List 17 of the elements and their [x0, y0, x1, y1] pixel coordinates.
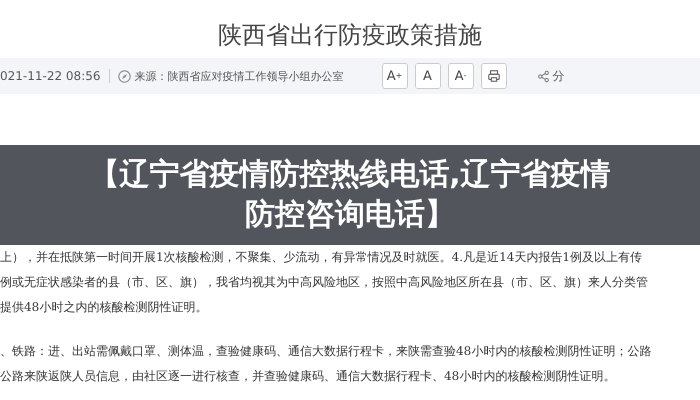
text-line: 例或无症状感染者的县（市、区、旗），我省均视其为中高风险地区，按照中高风险地区所在县（市、区、旗）来人分类管 [0, 274, 649, 291]
text-line: 提供48小时之内的核酸检测阴性证明。 [0, 299, 208, 316]
text-line: 公路来陕返陕人员信息，由社区逐一进行核查，并查验健康码、通信大数据行程卡、48小时内的核酸检测阴性证明。 [0, 368, 616, 385]
share-link[interactable]: 分 [552, 68, 564, 84]
share-icon[interactable] [536, 70, 550, 82]
article-title: 陕西省出行防疫政策措施 [217, 20, 483, 51]
printer-icon [486, 69, 500, 83]
banner-title: 【辽宁省疫情防控热线电话,辽宁省疫情防控咨询电话】 [88, 156, 612, 234]
font-size-button[interactable]: A [414, 63, 440, 89]
text-line: 、铁路：进、出站需佩戴口罩、测体温，查验健康码、通信大数据行程卡，来陕需查验48小时内的核酸检测阴性证明；公路 [0, 343, 652, 360]
source-text: 来源：陕西省应对疫情工作领导小组办公室 [134, 68, 344, 84]
font-size-button[interactable]: A$^{+}$ [382, 63, 408, 89]
text-line: 上），并在抵陕第一时间开展1次核酸检测，不聚集、少流动，有异常情况及时就医。4.凡是近14天内报告1例及以上有传 [0, 249, 643, 266]
publish-date: 021-11-22 08:56 [0, 69, 100, 83]
font-size-button[interactable]: A$^{-}$ [448, 63, 474, 89]
print-button[interactable] [480, 63, 506, 89]
compass-icon [118, 70, 130, 82]
